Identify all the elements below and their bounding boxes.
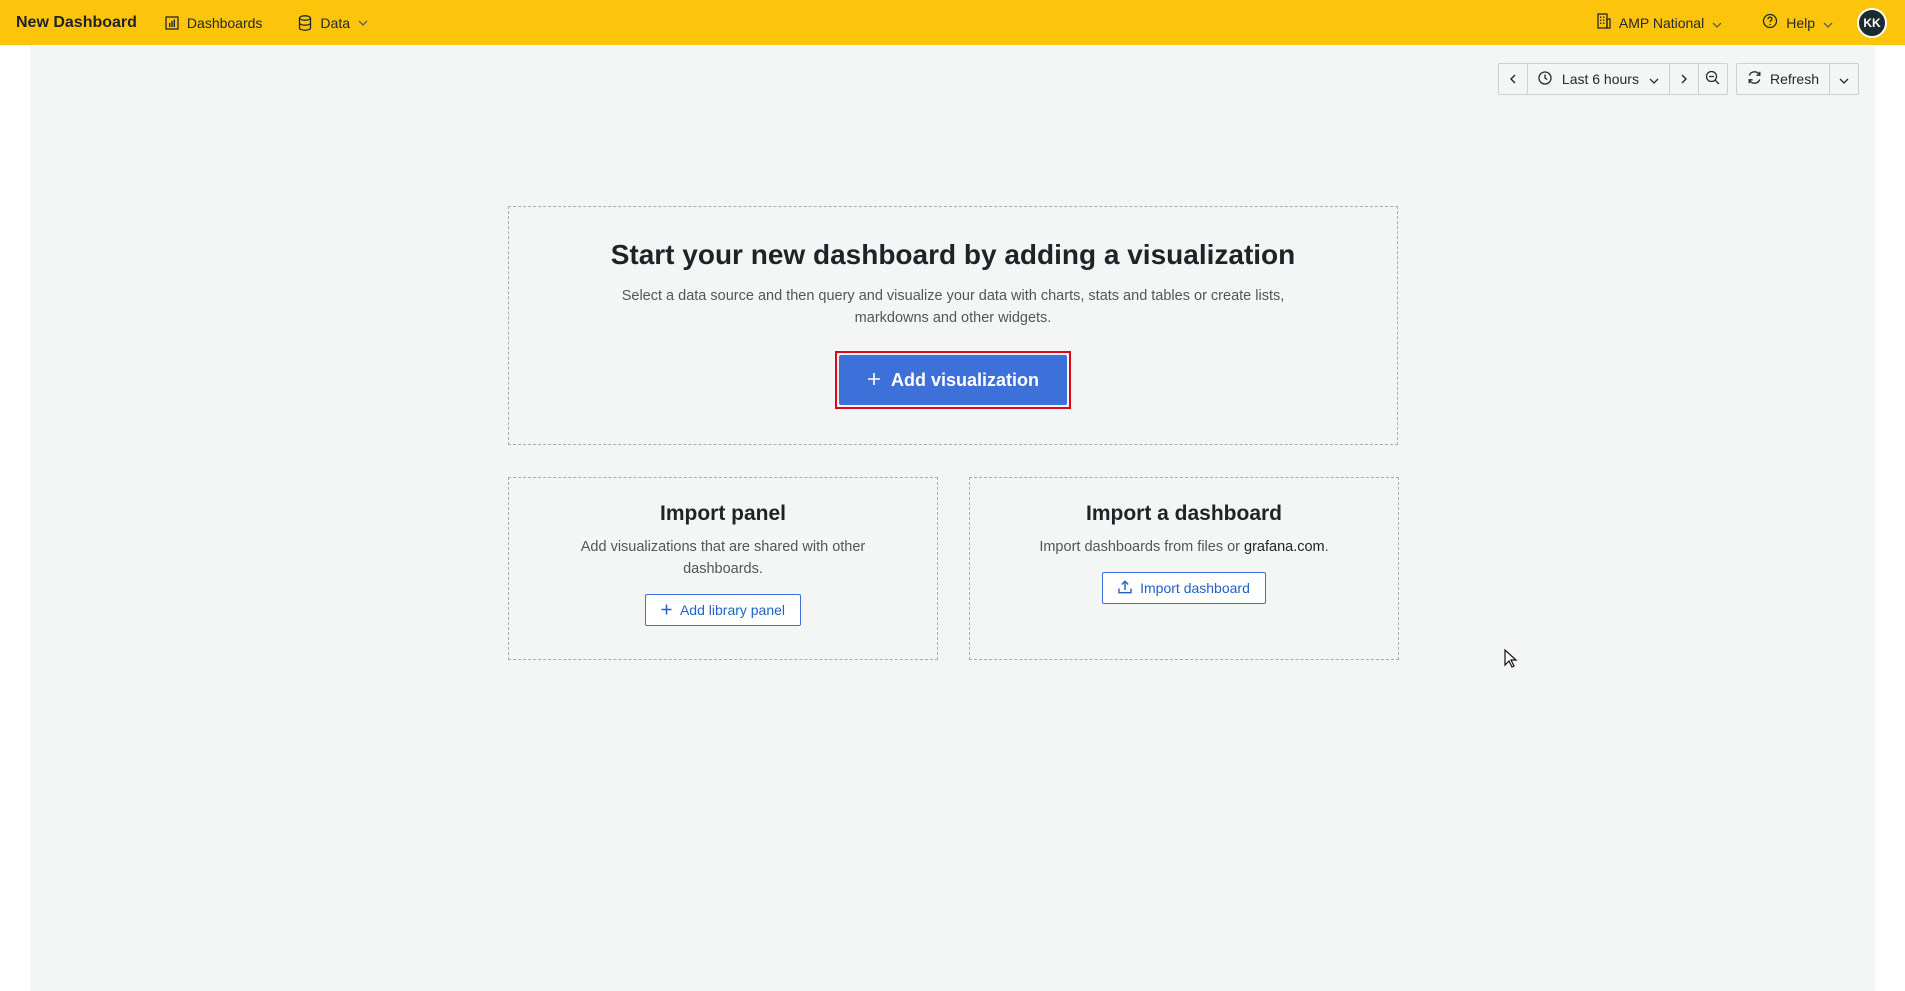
refresh-button[interactable]: Refresh bbox=[1735, 63, 1830, 95]
refresh-group: Refresh bbox=[1735, 63, 1859, 95]
time-range-group: Last 6 hours bbox=[1497, 63, 1728, 95]
add-visualization-label: Add visualization bbox=[890, 369, 1040, 390]
org-switcher[interactable]: AMP National bbox=[1597, 13, 1722, 32]
time-range-picker[interactable]: Last 6 hours bbox=[1526, 63, 1670, 95]
highlight-frame: Add visualization bbox=[835, 351, 1071, 409]
empty-state-title: Start your new dashboard by adding a vis… bbox=[610, 239, 1296, 270]
refresh-icon bbox=[1747, 70, 1762, 88]
zoom-out-icon bbox=[1705, 70, 1720, 88]
zoom-out-button[interactable] bbox=[1697, 63, 1728, 95]
org-label: AMP National bbox=[1618, 14, 1705, 31]
refresh-interval-dropdown[interactable] bbox=[1829, 63, 1859, 95]
upload-icon bbox=[1118, 579, 1132, 597]
clock-icon bbox=[1538, 70, 1552, 88]
mouse-cursor-icon bbox=[1504, 648, 1518, 674]
help-label: Help bbox=[1786, 14, 1815, 31]
import-panel-card: Import panel Add visualizations that are… bbox=[508, 477, 938, 660]
chevron-left-icon bbox=[1509, 71, 1516, 87]
chevron-down-icon bbox=[1839, 71, 1849, 87]
import-dashboard-button[interactable]: Import dashboard bbox=[1102, 572, 1266, 604]
add-library-panel-label: Add library panel bbox=[679, 602, 786, 618]
help-menu[interactable]: Help bbox=[1762, 13, 1833, 32]
dashboard-canvas: Last 6 hours Refresh Start your new dash… bbox=[30, 45, 1875, 991]
plus-icon bbox=[867, 370, 881, 391]
import-panel-title: Import panel bbox=[659, 502, 786, 525]
chevron-down-icon bbox=[1649, 71, 1659, 87]
bar-chart-icon bbox=[165, 15, 179, 30]
nav-dashboards[interactable]: Dashboards bbox=[165, 14, 263, 31]
chevron-down-icon bbox=[358, 20, 368, 26]
nav-data-label: Data bbox=[320, 14, 350, 31]
add-library-panel-button[interactable]: Add library panel bbox=[644, 594, 802, 626]
empty-dashboard-panel: Start your new dashboard by adding a vis… bbox=[508, 206, 1398, 445]
time-back-button[interactable] bbox=[1497, 63, 1528, 95]
dashboard-title[interactable]: New Dashboard bbox=[16, 14, 137, 32]
empty-state-description: Select a data source and then query and … bbox=[621, 288, 1285, 326]
question-circle-icon bbox=[1762, 13, 1778, 32]
time-forward-button[interactable] bbox=[1668, 63, 1699, 95]
import-panel-description: Add visualizations that are shared with … bbox=[580, 539, 866, 577]
time-range-label: Last 6 hours bbox=[1561, 71, 1639, 87]
user-avatar[interactable]: KK bbox=[1857, 7, 1887, 38]
import-dashboard-label: Import dashboard bbox=[1140, 580, 1250, 596]
import-dashboard-desc-suffix: . bbox=[1324, 539, 1329, 555]
import-dashboard-description: Import dashboards from files or grafana.… bbox=[1014, 536, 1354, 558]
grafana-com-link[interactable]: grafana.com bbox=[1244, 539, 1325, 555]
chevron-down-icon bbox=[1823, 15, 1833, 31]
add-visualization-button[interactable]: Add visualization bbox=[839, 355, 1067, 405]
nav-data[interactable]: Data bbox=[298, 15, 368, 31]
chevron-down-icon bbox=[1712, 15, 1722, 31]
refresh-label: Refresh bbox=[1769, 71, 1819, 87]
time-toolbar: Last 6 hours Refresh bbox=[1497, 63, 1859, 95]
database-icon bbox=[298, 14, 312, 31]
top-nav-bar: New Dashboard Dashboards Data AMP Nation… bbox=[0, 0, 1905, 45]
import-dashboard-desc-prefix: Import dashboards from files or bbox=[1039, 539, 1245, 555]
import-dashboard-title: Import a dashboard bbox=[1085, 502, 1283, 525]
topbar-right-group: AMP National Help KK bbox=[1597, 0, 1905, 45]
plus-icon bbox=[661, 602, 672, 618]
building-icon bbox=[1597, 13, 1611, 32]
import-dashboard-card: Import a dashboard Import dashboards fro… bbox=[969, 477, 1399, 660]
nav-dashboards-label: Dashboards bbox=[186, 14, 263, 31]
chevron-right-icon bbox=[1681, 71, 1687, 87]
